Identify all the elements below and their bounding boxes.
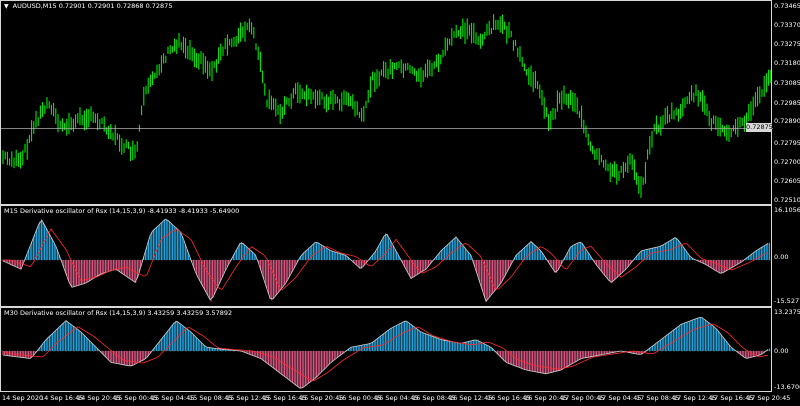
price-label: 0.73370 — [774, 21, 800, 29]
chart-title: ▼ AUDUSD,M15 0.72901 0.72901 0.72868 0.72… — [4, 2, 172, 10]
osc1-zero-label: 0.00 — [774, 253, 789, 261]
osc2-min-label: -13.67064 — [774, 383, 800, 391]
price-label: 0.72795 — [774, 139, 800, 147]
osc2-zero-label: 0.00 — [774, 347, 789, 355]
osc1-max-label: 16.10564 — [774, 206, 800, 214]
price-label: 0.72890 — [774, 117, 800, 125]
current-price-box: 0.72875 — [746, 123, 773, 132]
price-label: 0.72605 — [774, 177, 800, 185]
price-label: 0.72985 — [774, 99, 800, 107]
osc1-histogram — [1, 218, 773, 303]
price-pane[interactable]: ▼ AUDUSD,M15 0.72901 0.72901 0.72868 0.72… — [0, 0, 800, 205]
chart-title-text: AUDUSD,M15 0.72901 0.72901 0.72868 0.728… — [12, 2, 173, 10]
time-label: 15 Sep 20:45 — [300, 394, 344, 402]
osc1-pane[interactable]: M15 Derivative oscillator of Rsx (14,15,… — [0, 205, 800, 307]
price-candles — [1, 14, 773, 198]
price-plot-area[interactable] — [0, 0, 773, 205]
price-label: 0.73275 — [774, 40, 800, 48]
price-label: 0.73465 — [774, 2, 800, 10]
collapse-triangle-icon[interactable]: ▼ — [4, 3, 9, 10]
time-label: 16 Sep 12:45 — [449, 394, 493, 402]
osc2-pane[interactable]: M30 Derivative oscillator of Rsx (14,15,… — [0, 307, 800, 392]
osc1-axis: 16.10564 0.00 -15.52778 — [772, 205, 800, 307]
osc1-min-label: -15.52778 — [774, 297, 800, 305]
osc2-plot-area[interactable] — [0, 307, 773, 392]
price-label: 0.73085 — [774, 79, 800, 87]
osc2-axis: 13.23754 0.00 -13.67064 — [772, 307, 800, 392]
time-label: 17 Sep 04:45 — [598, 394, 642, 402]
osc1-title: M15 Derivative oscillator of Rsx (14,15,… — [4, 207, 240, 215]
price-label: 0.72700 — [774, 158, 800, 166]
time-label: 17 Sep 20:45 — [747, 394, 791, 402]
osc2-title: M30 Derivative oscillator of Rsx (14,15,… — [4, 309, 233, 317]
time-label: 15 Sep 04:45 — [151, 394, 195, 402]
osc2-max-label: 13.23754 — [774, 308, 800, 316]
price-label: 0.72510 — [774, 196, 800, 204]
price-axis[interactable]: 0.73465 0.73370 0.73275 0.73180 0.73085 … — [772, 0, 800, 205]
price-label: 0.73180 — [774, 59, 800, 67]
time-label: 14 Sep 2020 — [2, 394, 44, 402]
osc2-histogram — [1, 316, 773, 389]
time-axis[interactable]: 14 Sep 2020 14 Sep 16:45 14 Sep 20:45 15… — [0, 392, 790, 406]
osc1-plot-area[interactable] — [0, 205, 773, 307]
